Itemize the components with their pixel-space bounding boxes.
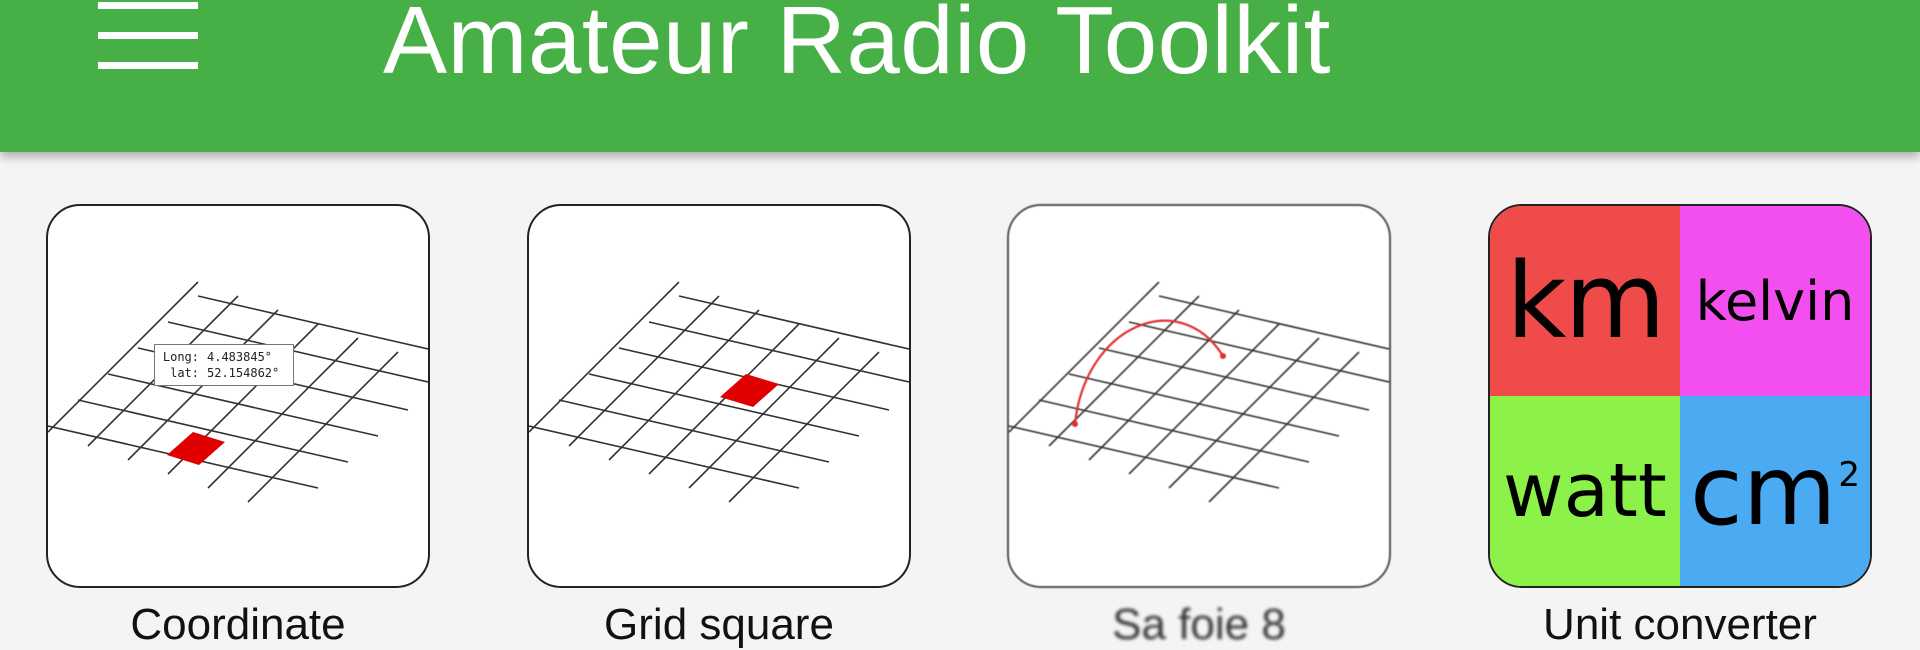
tile-label: Grid square — [604, 600, 834, 649]
coordinate-map-icon: Long: 4.483845° lat: 52.154862° — [46, 204, 430, 588]
tile-label: Sa foie 8 — [1112, 600, 1286, 649]
tile-unit-converter[interactable]: km kelvin watt cm 2 Unit converter — [1488, 204, 1872, 649]
unit-converter-icon: km kelvin watt cm 2 — [1488, 204, 1872, 588]
tile-great-circle[interactable]: Sa foie 8 — [1007, 204, 1391, 649]
menu-button[interactable] — [90, 0, 210, 86]
grid-square-icon — [527, 204, 911, 588]
unit-km-cell: km — [1490, 206, 1680, 396]
app-bar: Amateur Radio Toolkit — [0, 0, 1920, 152]
unit-watt-cell: watt — [1490, 396, 1680, 586]
unit-cm-cell: cm 2 — [1680, 396, 1870, 586]
tile-coordinate[interactable]: Long: 4.483845° lat: 52.154862° Coordinate — [46, 204, 430, 649]
tile-grid-square[interactable]: Grid square — [527, 204, 911, 649]
coordinate-readout: Long: 4.483845° lat: 52.154862° — [154, 344, 294, 386]
great-circle-arc-icon — [1007, 204, 1391, 588]
app-title: Amateur Radio Toolkit — [383, 0, 1331, 94]
tile-label: Coordinate — [130, 600, 346, 649]
unit-kelvin-cell: kelvin — [1680, 206, 1870, 396]
tool-grid: Long: 4.483845° lat: 52.154862° Coordinate — [0, 152, 1920, 649]
tile-label: Unit converter — [1543, 600, 1817, 649]
